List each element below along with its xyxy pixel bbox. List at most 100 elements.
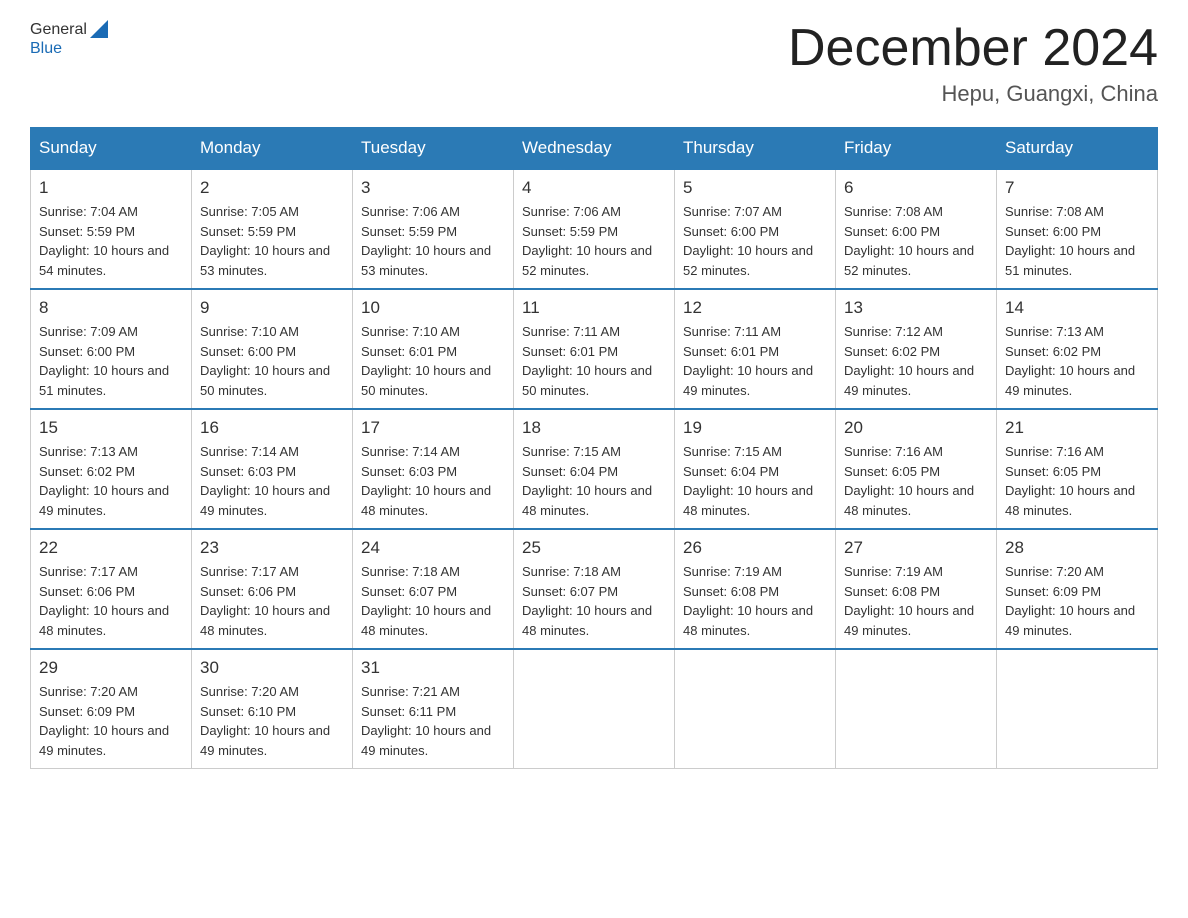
day-info: Sunrise: 7:21 AM Sunset: 6:11 PM Dayligh… (361, 682, 505, 760)
day-info: Sunrise: 7:20 AM Sunset: 6:09 PM Dayligh… (39, 682, 183, 760)
day-info: Sunrise: 7:18 AM Sunset: 6:07 PM Dayligh… (361, 562, 505, 640)
logo-blue-text: Blue (30, 40, 108, 58)
day-number: 31 (361, 658, 505, 678)
day-info: Sunrise: 7:14 AM Sunset: 6:03 PM Dayligh… (361, 442, 505, 520)
calendar-day-cell: 2 Sunrise: 7:05 AM Sunset: 5:59 PM Dayli… (192, 169, 353, 289)
day-info: Sunrise: 7:08 AM Sunset: 6:00 PM Dayligh… (1005, 202, 1149, 280)
calendar-header-row: SundayMondayTuesdayWednesdayThursdayFrid… (31, 128, 1158, 170)
day-number: 15 (39, 418, 183, 438)
calendar-day-cell: 18 Sunrise: 7:15 AM Sunset: 6:04 PM Dayl… (514, 409, 675, 529)
day-info: Sunrise: 7:20 AM Sunset: 6:10 PM Dayligh… (200, 682, 344, 760)
calendar-day-cell: 4 Sunrise: 7:06 AM Sunset: 5:59 PM Dayli… (514, 169, 675, 289)
calendar-table: SundayMondayTuesdayWednesdayThursdayFrid… (30, 127, 1158, 769)
day-number: 27 (844, 538, 988, 558)
calendar-day-cell: 12 Sunrise: 7:11 AM Sunset: 6:01 PM Dayl… (675, 289, 836, 409)
calendar-day-cell: 13 Sunrise: 7:12 AM Sunset: 6:02 PM Dayl… (836, 289, 997, 409)
calendar-day-cell: 1 Sunrise: 7:04 AM Sunset: 5:59 PM Dayli… (31, 169, 192, 289)
day-info: Sunrise: 7:10 AM Sunset: 6:00 PM Dayligh… (200, 322, 344, 400)
calendar-day-cell: 20 Sunrise: 7:16 AM Sunset: 6:05 PM Dayl… (836, 409, 997, 529)
calendar-day-cell: 25 Sunrise: 7:18 AM Sunset: 6:07 PM Dayl… (514, 529, 675, 649)
calendar-day-cell: 31 Sunrise: 7:21 AM Sunset: 6:11 PM Dayl… (353, 649, 514, 769)
day-info: Sunrise: 7:11 AM Sunset: 6:01 PM Dayligh… (683, 322, 827, 400)
day-info: Sunrise: 7:04 AM Sunset: 5:59 PM Dayligh… (39, 202, 183, 280)
calendar-day-cell: 21 Sunrise: 7:16 AM Sunset: 6:05 PM Dayl… (997, 409, 1158, 529)
logo-triangle-icon (90, 20, 108, 38)
calendar-day-cell (997, 649, 1158, 769)
calendar-day-cell: 24 Sunrise: 7:18 AM Sunset: 6:07 PM Dayl… (353, 529, 514, 649)
month-title: December 2024 (788, 20, 1158, 77)
day-info: Sunrise: 7:10 AM Sunset: 6:01 PM Dayligh… (361, 322, 505, 400)
day-info: Sunrise: 7:14 AM Sunset: 6:03 PM Dayligh… (200, 442, 344, 520)
day-info: Sunrise: 7:20 AM Sunset: 6:09 PM Dayligh… (1005, 562, 1149, 640)
calendar-day-cell: 22 Sunrise: 7:17 AM Sunset: 6:06 PM Dayl… (31, 529, 192, 649)
calendar-header-cell: Tuesday (353, 128, 514, 170)
calendar-day-cell (836, 649, 997, 769)
day-info: Sunrise: 7:16 AM Sunset: 6:05 PM Dayligh… (844, 442, 988, 520)
calendar-header-cell: Wednesday (514, 128, 675, 170)
day-number: 24 (361, 538, 505, 558)
calendar-day-cell: 10 Sunrise: 7:10 AM Sunset: 6:01 PM Dayl… (353, 289, 514, 409)
calendar-day-cell: 6 Sunrise: 7:08 AM Sunset: 6:00 PM Dayli… (836, 169, 997, 289)
day-number: 18 (522, 418, 666, 438)
day-info: Sunrise: 7:12 AM Sunset: 6:02 PM Dayligh… (844, 322, 988, 400)
calendar-day-cell: 9 Sunrise: 7:10 AM Sunset: 6:00 PM Dayli… (192, 289, 353, 409)
calendar-day-cell: 28 Sunrise: 7:20 AM Sunset: 6:09 PM Dayl… (997, 529, 1158, 649)
calendar-day-cell (675, 649, 836, 769)
calendar-day-cell: 3 Sunrise: 7:06 AM Sunset: 5:59 PM Dayli… (353, 169, 514, 289)
logo-general-text: General (30, 21, 87, 39)
day-info: Sunrise: 7:16 AM Sunset: 6:05 PM Dayligh… (1005, 442, 1149, 520)
calendar-day-cell: 29 Sunrise: 7:20 AM Sunset: 6:09 PM Dayl… (31, 649, 192, 769)
day-info: Sunrise: 7:19 AM Sunset: 6:08 PM Dayligh… (844, 562, 988, 640)
calendar-day-cell: 8 Sunrise: 7:09 AM Sunset: 6:00 PM Dayli… (31, 289, 192, 409)
calendar-day-cell: 26 Sunrise: 7:19 AM Sunset: 6:08 PM Dayl… (675, 529, 836, 649)
calendar-header-cell: Friday (836, 128, 997, 170)
day-info: Sunrise: 7:13 AM Sunset: 6:02 PM Dayligh… (1005, 322, 1149, 400)
day-info: Sunrise: 7:05 AM Sunset: 5:59 PM Dayligh… (200, 202, 344, 280)
day-number: 25 (522, 538, 666, 558)
day-info: Sunrise: 7:11 AM Sunset: 6:01 PM Dayligh… (522, 322, 666, 400)
calendar-day-cell: 23 Sunrise: 7:17 AM Sunset: 6:06 PM Dayl… (192, 529, 353, 649)
day-info: Sunrise: 7:09 AM Sunset: 6:00 PM Dayligh… (39, 322, 183, 400)
day-number: 19 (683, 418, 827, 438)
calendar-week-row: 15 Sunrise: 7:13 AM Sunset: 6:02 PM Dayl… (31, 409, 1158, 529)
day-number: 5 (683, 178, 827, 198)
day-number: 7 (1005, 178, 1149, 198)
calendar-week-row: 8 Sunrise: 7:09 AM Sunset: 6:00 PM Dayli… (31, 289, 1158, 409)
calendar-header-cell: Monday (192, 128, 353, 170)
day-info: Sunrise: 7:15 AM Sunset: 6:04 PM Dayligh… (522, 442, 666, 520)
calendar-day-cell: 27 Sunrise: 7:19 AM Sunset: 6:08 PM Dayl… (836, 529, 997, 649)
day-number: 20 (844, 418, 988, 438)
day-number: 9 (200, 298, 344, 318)
calendar-day-cell: 5 Sunrise: 7:07 AM Sunset: 6:00 PM Dayli… (675, 169, 836, 289)
day-info: Sunrise: 7:19 AM Sunset: 6:08 PM Dayligh… (683, 562, 827, 640)
calendar-header-cell: Sunday (31, 128, 192, 170)
calendar-week-row: 1 Sunrise: 7:04 AM Sunset: 5:59 PM Dayli… (31, 169, 1158, 289)
calendar-day-cell: 19 Sunrise: 7:15 AM Sunset: 6:04 PM Dayl… (675, 409, 836, 529)
day-info: Sunrise: 7:06 AM Sunset: 5:59 PM Dayligh… (522, 202, 666, 280)
day-info: Sunrise: 7:15 AM Sunset: 6:04 PM Dayligh… (683, 442, 827, 520)
logo: General Blue (30, 20, 108, 58)
calendar-day-cell: 30 Sunrise: 7:20 AM Sunset: 6:10 PM Dayl… (192, 649, 353, 769)
day-number: 23 (200, 538, 344, 558)
day-info: Sunrise: 7:07 AM Sunset: 6:00 PM Dayligh… (683, 202, 827, 280)
calendar-day-cell: 14 Sunrise: 7:13 AM Sunset: 6:02 PM Dayl… (997, 289, 1158, 409)
day-number: 13 (844, 298, 988, 318)
day-number: 4 (522, 178, 666, 198)
calendar-day-cell: 17 Sunrise: 7:14 AM Sunset: 6:03 PM Dayl… (353, 409, 514, 529)
day-number: 1 (39, 178, 183, 198)
day-number: 26 (683, 538, 827, 558)
day-number: 2 (200, 178, 344, 198)
calendar-day-cell (514, 649, 675, 769)
calendar-day-cell: 16 Sunrise: 7:14 AM Sunset: 6:03 PM Dayl… (192, 409, 353, 529)
day-number: 10 (361, 298, 505, 318)
day-number: 17 (361, 418, 505, 438)
calendar-day-cell: 11 Sunrise: 7:11 AM Sunset: 6:01 PM Dayl… (514, 289, 675, 409)
calendar-header-cell: Saturday (997, 128, 1158, 170)
day-info: Sunrise: 7:13 AM Sunset: 6:02 PM Dayligh… (39, 442, 183, 520)
calendar-body: 1 Sunrise: 7:04 AM Sunset: 5:59 PM Dayli… (31, 169, 1158, 769)
day-info: Sunrise: 7:08 AM Sunset: 6:00 PM Dayligh… (844, 202, 988, 280)
day-number: 30 (200, 658, 344, 678)
calendar-header-cell: Thursday (675, 128, 836, 170)
page-header: General Blue December 2024 Hepu, Guangxi… (30, 20, 1158, 107)
day-number: 3 (361, 178, 505, 198)
